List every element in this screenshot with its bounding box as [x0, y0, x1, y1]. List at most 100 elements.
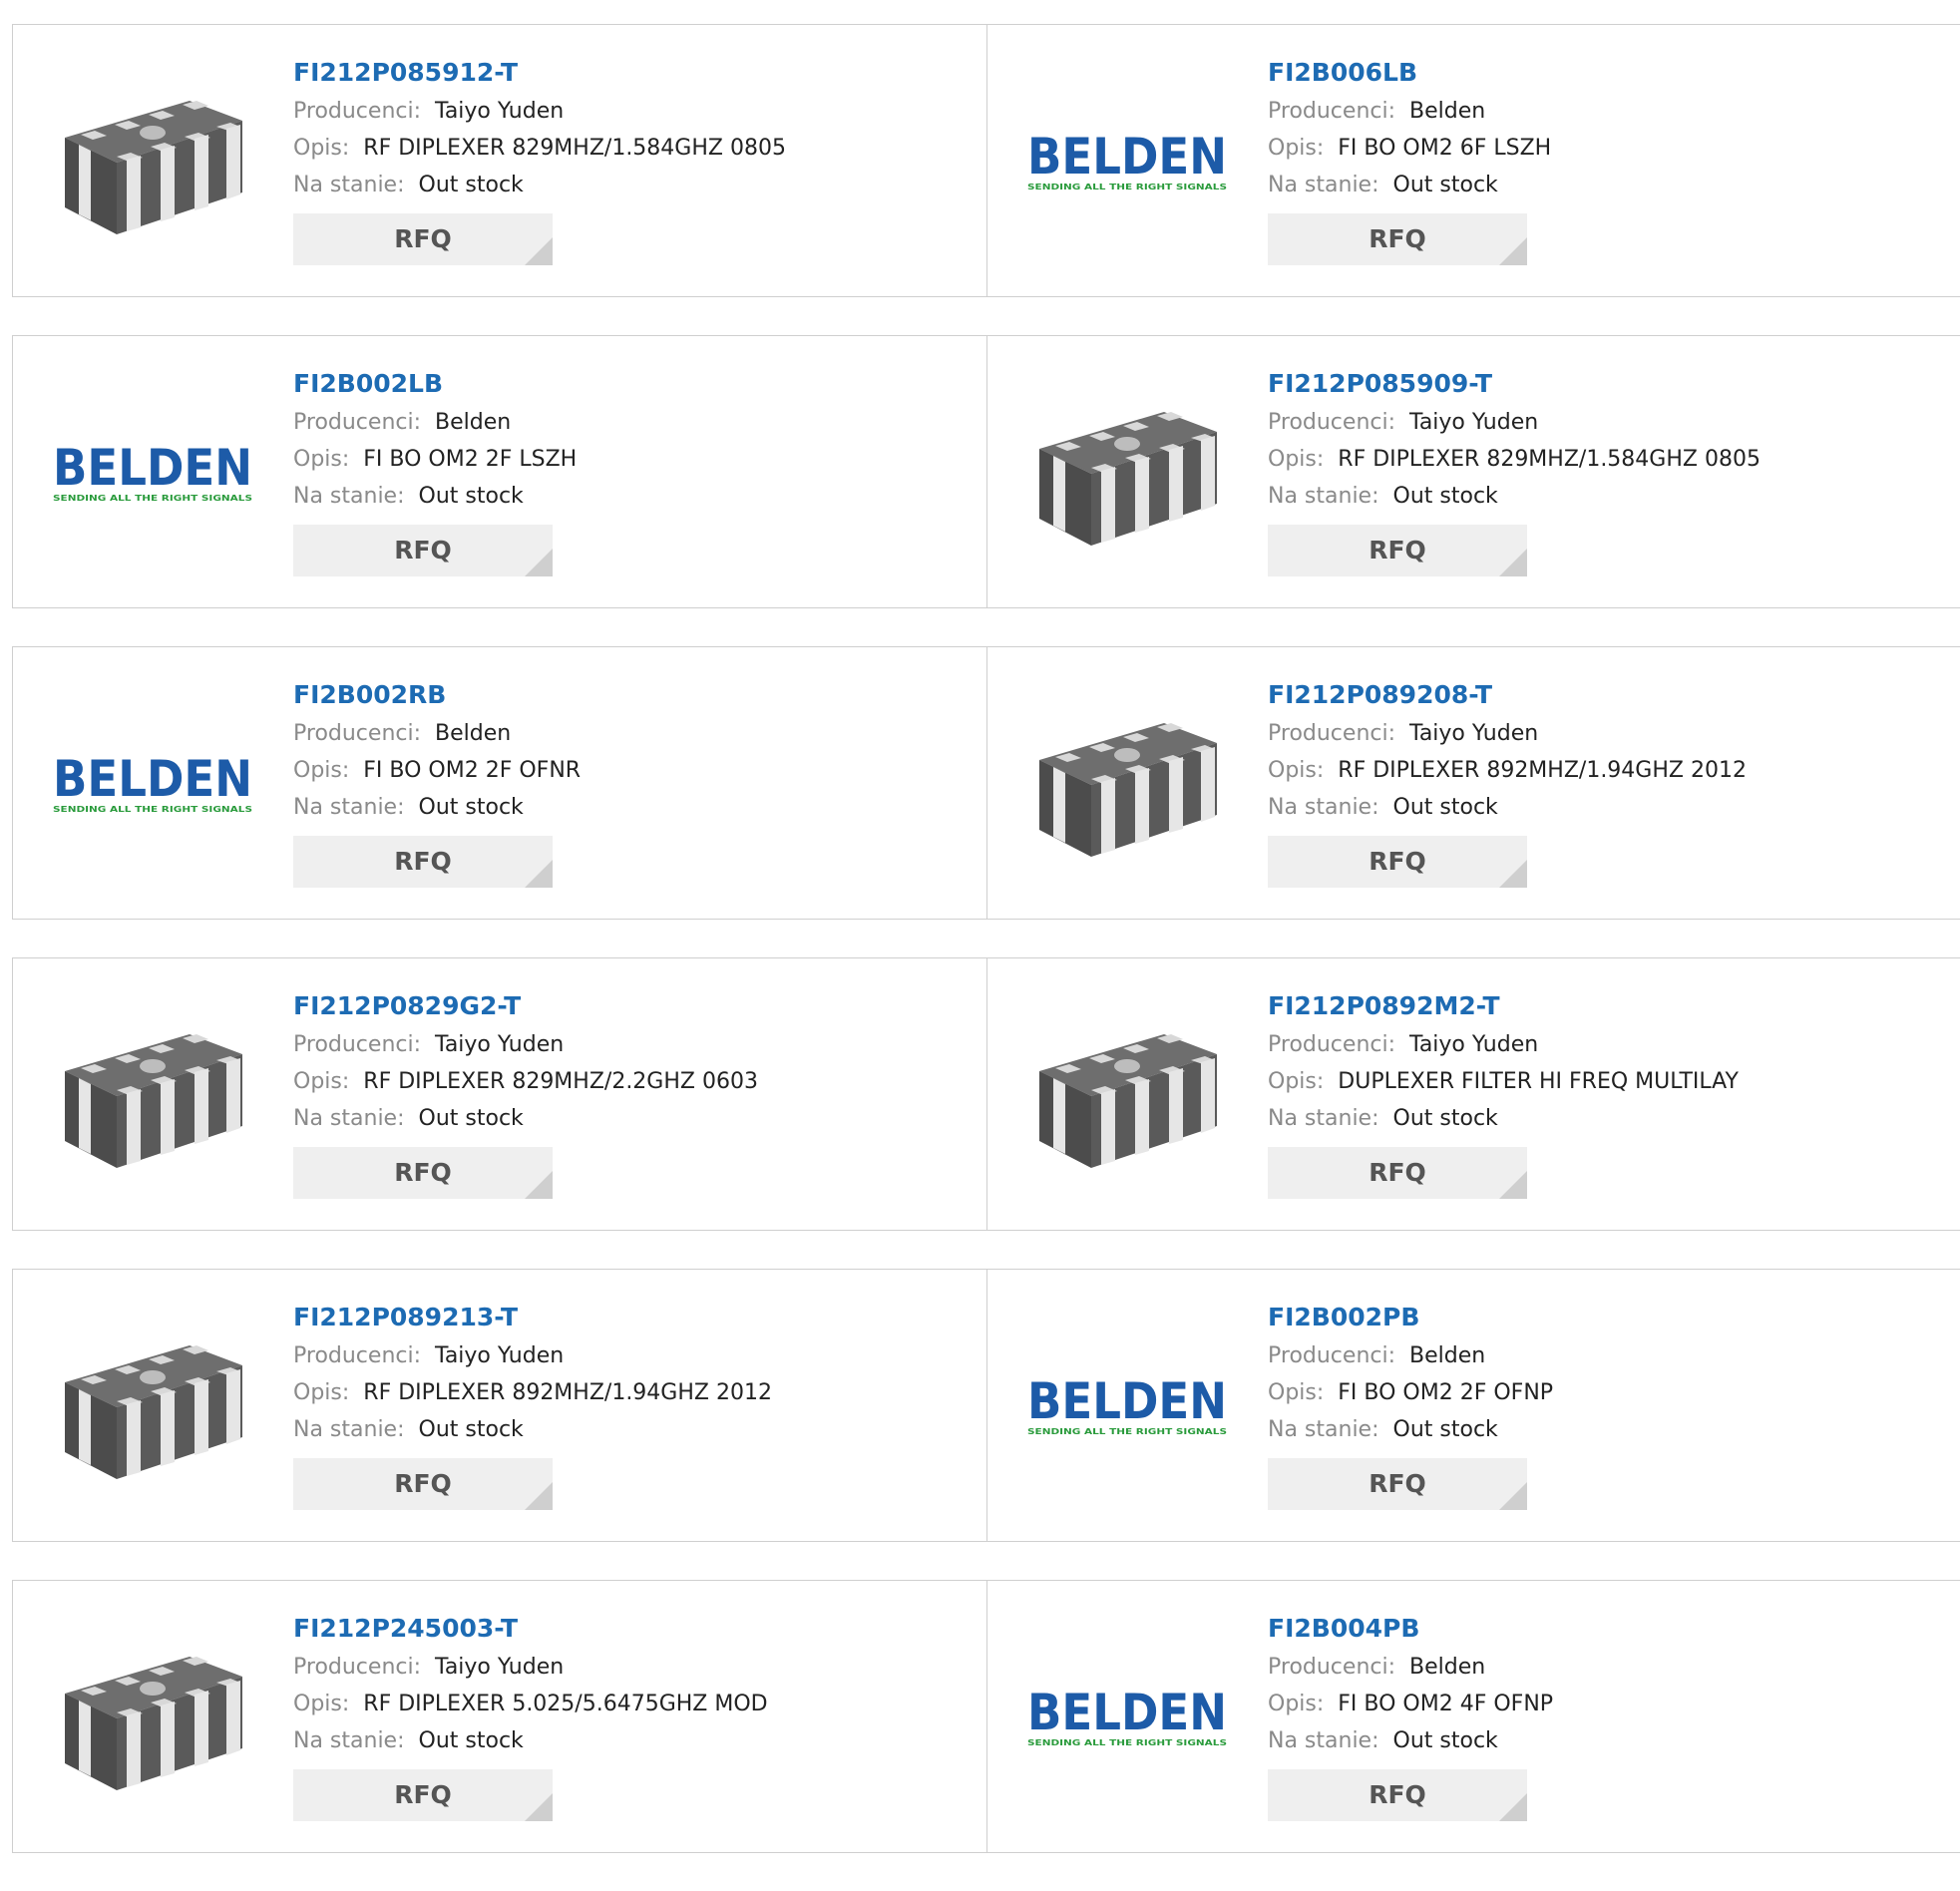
product-info: FI2B006LB Producenci: Belden Opis: FI BO O… [1268, 55, 1551, 265]
manufacturer-value: Taiyo Yuden [435, 1032, 565, 1057]
corner-triangle-icon [1499, 1171, 1527, 1199]
manufacturer-value: Belden [1409, 1655, 1486, 1680]
manufacturer-value: Belden [435, 410, 512, 435]
description-label: Opis: [1268, 136, 1325, 161]
stock-label: Na stanie: [293, 173, 405, 197]
rfq-button[interactable]: RFQ [293, 1147, 553, 1199]
description-line: Opis: FI BO OM2 2F OFNP [1268, 1374, 1553, 1411]
part-number-link[interactable]: FI212P089213-T [293, 1300, 772, 1335]
product-row: BELDEN SENDING ALL THE RIGHT SIGNALS FI2… [12, 646, 1960, 920]
stock-line: Na stanie: Out stock [293, 789, 581, 826]
corner-triangle-icon [1499, 1482, 1527, 1510]
product-image[interactable]: BELDEN SENDING ALL THE RIGHT SIGNALS [1025, 65, 1229, 260]
stock-line: Na stanie: Out stock [1268, 478, 1761, 515]
stock-line: Na stanie: Out stock [293, 1722, 768, 1759]
description-label: Opis: [1268, 1692, 1325, 1716]
rfq-button[interactable]: RFQ [1268, 1147, 1527, 1199]
stock-label: Na stanie: [293, 1106, 405, 1131]
manufacturer-line: Producenci: Taiyo Yuden [293, 93, 786, 130]
part-number-link[interactable]: FI212P0829G2-T [293, 988, 758, 1024]
part-number-link[interactable]: FI212P245003-T [293, 1611, 768, 1647]
stock-line: Na stanie: Out stock [293, 167, 786, 203]
rfq-button[interactable]: RFQ [293, 1769, 553, 1821]
manufacturer-label: Producenci: [1268, 721, 1396, 746]
corner-triangle-icon [525, 549, 553, 576]
rfq-button-label: RFQ [394, 224, 452, 253]
product-image[interactable]: BELDEN SENDING ALL THE RIGHT SIGNALS [51, 376, 254, 571]
stock-label: Na stanie: [293, 795, 405, 820]
logo-tagline: SENDING ALL THE RIGHT SIGNALS [1027, 183, 1227, 191]
part-number-link[interactable]: FI212P0892M2-T [1268, 988, 1739, 1024]
product-info: FI212P0892M2-T Producenci: Taiyo Yuden Op… [1268, 988, 1739, 1199]
manufacturer-line: Producenci: Belden [1268, 1337, 1553, 1374]
rfq-button[interactable]: RFQ [293, 1458, 553, 1510]
stock-value: Out stock [418, 1728, 524, 1753]
part-number-link[interactable]: FI2B004PB [1268, 1611, 1553, 1647]
part-number-link[interactable]: FI212P085909-T [1268, 366, 1761, 402]
description-value: FI BO OM2 4F OFNP [1338, 1692, 1554, 1716]
manufacturer-line: Producenci: Belden [293, 715, 581, 752]
stock-line: Na stanie: Out stock [1268, 1100, 1739, 1137]
description-value: FI BO OM2 6F LSZH [1338, 136, 1552, 161]
logo-tagline: SENDING ALL THE RIGHT SIGNALS [53, 805, 252, 814]
rfq-button[interactable]: RFQ [1268, 213, 1527, 265]
part-number-link[interactable]: FI2B002PB [1268, 1300, 1553, 1335]
product-info: FI212P0829G2-T Producenci: Taiyo Yuden Op… [293, 988, 758, 1199]
part-number-link[interactable]: FI212P089208-T [1268, 677, 1747, 713]
product-info: FI2B002LB Producenci: Belden Opis: FI BO O… [293, 366, 577, 576]
manufacturer-value: Taiyo Yuden [1409, 721, 1539, 746]
manufacturer-value: Taiyo Yuden [1409, 410, 1539, 435]
product-card: BELDEN SENDING ALL THE RIGHT SIGNALS FI2… [986, 25, 1960, 296]
chip-component-icon [65, 1657, 242, 1790]
description-line: Opis: RF DIPLEXER 5.025/5.6475GHZ MOD [293, 1686, 768, 1722]
manufacturer-label: Producenci: [293, 1032, 422, 1057]
product-image[interactable] [51, 1310, 254, 1505]
stock-label: Na stanie: [1268, 795, 1379, 820]
stock-line: Na stanie: Out stock [1268, 1722, 1553, 1759]
corner-triangle-icon [525, 1482, 553, 1510]
product-image[interactable]: BELDEN SENDING ALL THE RIGHT SIGNALS [51, 687, 254, 883]
description-value: RF DIPLEXER 829MHZ/1.584GHZ 0805 [1338, 447, 1761, 472]
stock-label: Na stanie: [1268, 1106, 1379, 1131]
product-image[interactable] [51, 65, 254, 260]
part-number-link[interactable]: FI2B002LB [293, 366, 577, 402]
rfq-button[interactable]: RFQ [293, 525, 553, 576]
description-line: Opis: FI BO OM2 2F LSZH [293, 441, 577, 478]
rfq-button-label: RFQ [394, 1780, 452, 1809]
rfq-button[interactable]: RFQ [293, 836, 553, 888]
rfq-button[interactable]: RFQ [1268, 525, 1527, 576]
rfq-button[interactable]: RFQ [1268, 1458, 1527, 1510]
description-label: Opis: [293, 136, 350, 161]
rfq-button[interactable]: RFQ [293, 213, 553, 265]
rfq-button[interactable]: RFQ [1268, 1769, 1527, 1821]
description-label: Opis: [293, 1380, 350, 1405]
rfq-button[interactable]: RFQ [1268, 836, 1527, 888]
stock-label: Na stanie: [293, 484, 405, 509]
product-card: BELDEN SENDING ALL THE RIGHT SIGNALS FI2… [986, 1270, 1960, 1541]
manufacturer-line: Producenci: Belden [1268, 93, 1551, 130]
product-card: FI212P085909-T Producenci: Taiyo Yuden Op… [986, 336, 1960, 607]
manufacturer-value: Taiyo Yuden [435, 1655, 565, 1680]
description-line: Opis: FI BO OM2 6F LSZH [1268, 130, 1551, 167]
product-row: BELDEN SENDING ALL THE RIGHT SIGNALS FI2… [12, 335, 1960, 608]
product-image[interactable]: BELDEN SENDING ALL THE RIGHT SIGNALS [1025, 1621, 1229, 1816]
product-image[interactable] [51, 998, 254, 1194]
product-image[interactable] [1025, 687, 1229, 883]
manufacturer-value: Belden [1409, 99, 1486, 124]
stock-value: Out stock [418, 795, 524, 820]
part-number-link[interactable]: FI2B002RB [293, 677, 581, 713]
rfq-button-label: RFQ [1369, 1469, 1426, 1498]
manufacturer-value: Belden [1409, 1343, 1486, 1368]
part-number-link[interactable]: FI2B006LB [1268, 55, 1551, 91]
rfq-button-label: RFQ [394, 536, 452, 565]
stock-label: Na stanie: [293, 1728, 405, 1753]
product-image[interactable] [1025, 998, 1229, 1194]
product-image[interactable] [51, 1621, 254, 1816]
part-number-link[interactable]: FI212P085912-T [293, 55, 786, 91]
product-image[interactable]: BELDEN SENDING ALL THE RIGHT SIGNALS [1025, 1310, 1229, 1505]
manufacturer-line: Producenci: Taiyo Yuden [1268, 715, 1747, 752]
manufacturer-line: Producenci: Taiyo Yuden [293, 1337, 772, 1374]
rfq-button-label: RFQ [394, 1469, 452, 1498]
rfq-button-label: RFQ [394, 1158, 452, 1187]
product-image[interactable] [1025, 376, 1229, 571]
